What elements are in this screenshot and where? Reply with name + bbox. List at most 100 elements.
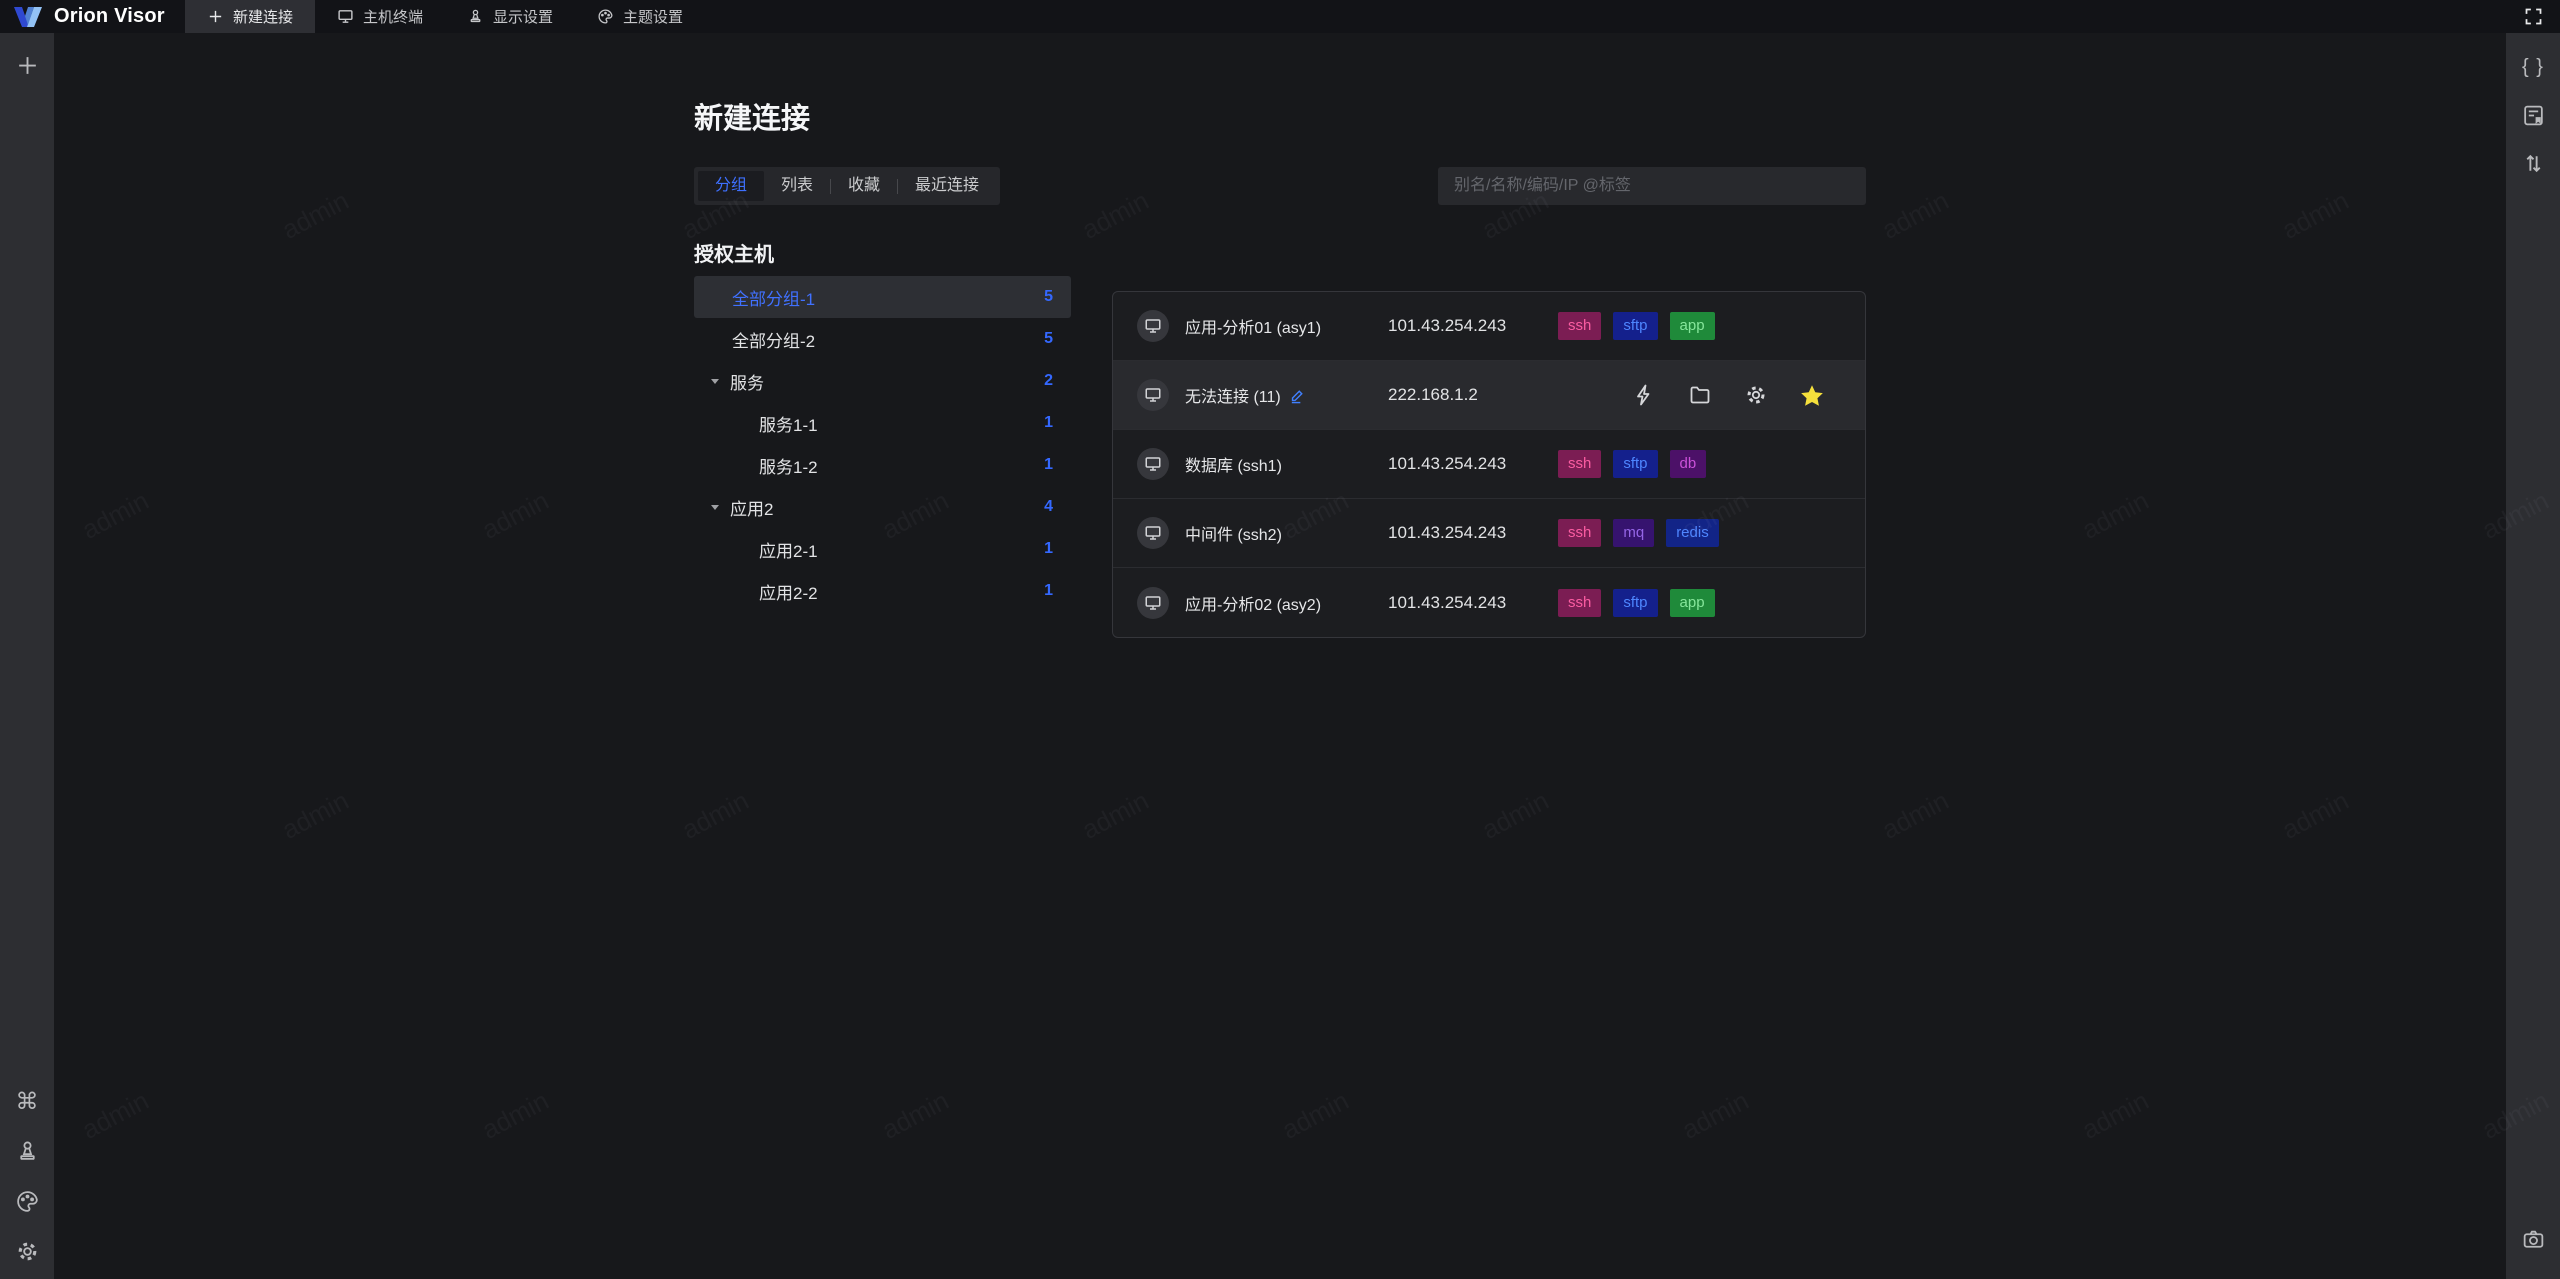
host-avatar <box>1137 586 1169 619</box>
monitor-icon <box>338 10 353 23</box>
stamp-icon[interactable] <box>9 1133 45 1169</box>
host-count: 2 <box>1044 372 1053 389</box>
host-actions <box>1631 382 1841 408</box>
monitor-icon <box>1145 595 1161 610</box>
tag: mq <box>1613 519 1655 547</box>
tab-display-settings[interactable]: 显示设置 <box>445 0 575 33</box>
star-icon[interactable] <box>1799 382 1825 408</box>
tag: ssh <box>1558 588 1602 617</box>
host-ip: 101.43.254.243 <box>1388 316 1507 335</box>
caret-down-icon[interactable] <box>710 376 720 386</box>
host-row[interactable]: 中间件 (ssh2) 101.43.254.243 ssh mq redis <box>1113 499 1865 568</box>
group-tree: 全部分组-1 5 全部分组-2 5 服务 2 服务1-1 1 服务1-2 1 应… <box>694 276 1071 612</box>
tree-item[interactable]: 应用2 4 <box>694 486 1071 528</box>
orion-visor-logo-icon <box>14 6 42 27</box>
tree-item[interactable]: 服务1-2 1 <box>694 444 1071 486</box>
tab-new-connection[interactable]: 新建连接 <box>185 0 316 33</box>
monitor-icon <box>1145 457 1161 471</box>
host-avatar <box>1137 379 1169 411</box>
host-row[interactable]: 应用-分析02 (asy2) 101.43.254.243 ssh sftp a… <box>1113 568 1865 637</box>
caret-down-icon[interactable] <box>710 502 720 512</box>
tag: sftp <box>1613 312 1658 340</box>
tag: sftp <box>1613 450 1658 478</box>
brand-name: Orion Visor <box>54 5 165 27</box>
gear-icon[interactable] <box>9 1233 45 1269</box>
host-name: 中间件 (ssh2) <box>1185 527 1282 544</box>
host-count: 1 <box>1044 540 1053 557</box>
host-count: 5 <box>1044 288 1053 305</box>
plus-icon <box>209 10 222 23</box>
host-count: 4 <box>1044 498 1053 515</box>
camera-icon[interactable] <box>2515 1221 2551 1257</box>
host-ip: 101.43.254.243 <box>1388 454 1507 473</box>
right-rail-bottom <box>2515 1221 2551 1269</box>
view-tab-recent[interactable]: 最近连接 <box>898 171 996 201</box>
tag: db <box>1669 450 1707 478</box>
tab-host-terminal[interactable]: 主机终端 <box>315 0 445 33</box>
tab-theme-settings[interactable]: 主题设置 <box>575 0 705 33</box>
tab-label: 新建连接 <box>233 9 294 26</box>
search-input[interactable] <box>1438 167 1866 205</box>
palette-icon <box>598 9 613 24</box>
tab-label: 主机终端 <box>363 9 424 26</box>
page-title: 新建连接 <box>694 103 811 135</box>
tag: ssh <box>1558 450 1602 478</box>
tree-item[interactable]: 全部分组-2 5 <box>694 318 1071 360</box>
view-mode-switcher: 分组 列表 收藏 最近连接 <box>694 167 1001 205</box>
stamp-icon <box>470 9 481 23</box>
host-name: 数据库 (ssh1) <box>1185 458 1282 475</box>
add-connection-icon[interactable] <box>9 47 45 83</box>
tree-item[interactable]: 应用2-2 1 <box>694 570 1071 612</box>
monitor-icon <box>1145 319 1161 333</box>
host-list: 应用-分析01 (asy1) 101.43.254.243 ssh sftp a… <box>1112 291 1866 638</box>
left-rail: ⌘ <box>0 33 54 1279</box>
main-area: 新建连接 分组 列表 收藏 最近连接 授权主机 全部分组-1 5 全部分 <box>54 33 2506 1279</box>
host-count: 1 <box>1044 582 1053 599</box>
view-tab-favorites[interactable]: 收藏 <box>831 171 897 201</box>
tag: ssh <box>1558 312 1602 340</box>
monitor-icon <box>1145 388 1161 402</box>
lightning-icon[interactable] <box>1631 382 1657 408</box>
host-ip: 101.43.254.243 <box>1388 523 1507 542</box>
gear-icon[interactable] <box>1743 382 1769 408</box>
host-tags: ssh sftp db <box>1558 450 1707 478</box>
brand: Orion Visor <box>0 0 185 33</box>
monitor-icon <box>1145 526 1161 540</box>
host-ip: 101.43.254.243 <box>1388 592 1507 612</box>
doc-bookmark-icon[interactable] <box>2515 97 2551 133</box>
section-title: 授权主机 <box>694 244 774 266</box>
host-name: 应用-分析02 (asy2) <box>1185 596 1322 614</box>
palette-icon[interactable] <box>9 1183 45 1219</box>
fullscreen-icon[interactable] <box>2507 0 2560 33</box>
host-ip: 222.168.1.2 <box>1388 385 1478 404</box>
view-tab-list[interactable]: 列表 <box>764 171 830 201</box>
tab-label: 显示设置 <box>493 9 554 26</box>
tag: app <box>1669 588 1715 617</box>
host-row-hovered[interactable]: 无法连接 (11) 222.168.1.2 <box>1113 361 1865 430</box>
host-tags: ssh mq redis <box>1558 519 1719 547</box>
tree-item[interactable]: 应用2-1 1 <box>694 528 1071 570</box>
sort-arrows-icon[interactable] <box>2515 145 2551 181</box>
tree-item[interactable]: 服务 2 <box>694 360 1071 402</box>
command-icon[interactable]: ⌘ <box>9 1083 45 1119</box>
host-tags: ssh sftp app <box>1558 588 1715 617</box>
controls-row: 分组 列表 收藏 最近连接 <box>694 167 1866 205</box>
host-name: 无法连接 (11) <box>1185 383 1306 407</box>
edit-pencil-icon[interactable] <box>1289 387 1306 404</box>
tag: ssh <box>1558 519 1602 547</box>
view-tab-group[interactable]: 分组 <box>698 171 765 201</box>
host-row[interactable]: 数据库 (ssh1) 101.43.254.243 ssh sftp db <box>1113 430 1865 499</box>
top-bar: Orion Visor 新建连接 主机终端 显示设置 主题设置 <box>0 0 2560 33</box>
host-row[interactable]: 应用-分析01 (asy1) 101.43.254.243 ssh sftp a… <box>1113 292 1865 361</box>
tag: sftp <box>1613 588 1658 617</box>
tag: redis <box>1666 519 1719 547</box>
left-rail-bottom: ⌘ <box>9 1083 45 1269</box>
tree-item[interactable]: 服务1-1 1 <box>694 402 1071 444</box>
braces-icon[interactable]: { } <box>2515 49 2551 85</box>
tab-label: 主题设置 <box>623 9 684 26</box>
folder-icon[interactable] <box>1687 382 1713 408</box>
host-count: 1 <box>1044 414 1053 431</box>
tree-item[interactable]: 全部分组-1 5 <box>694 276 1071 318</box>
host-avatar <box>1137 517 1169 549</box>
